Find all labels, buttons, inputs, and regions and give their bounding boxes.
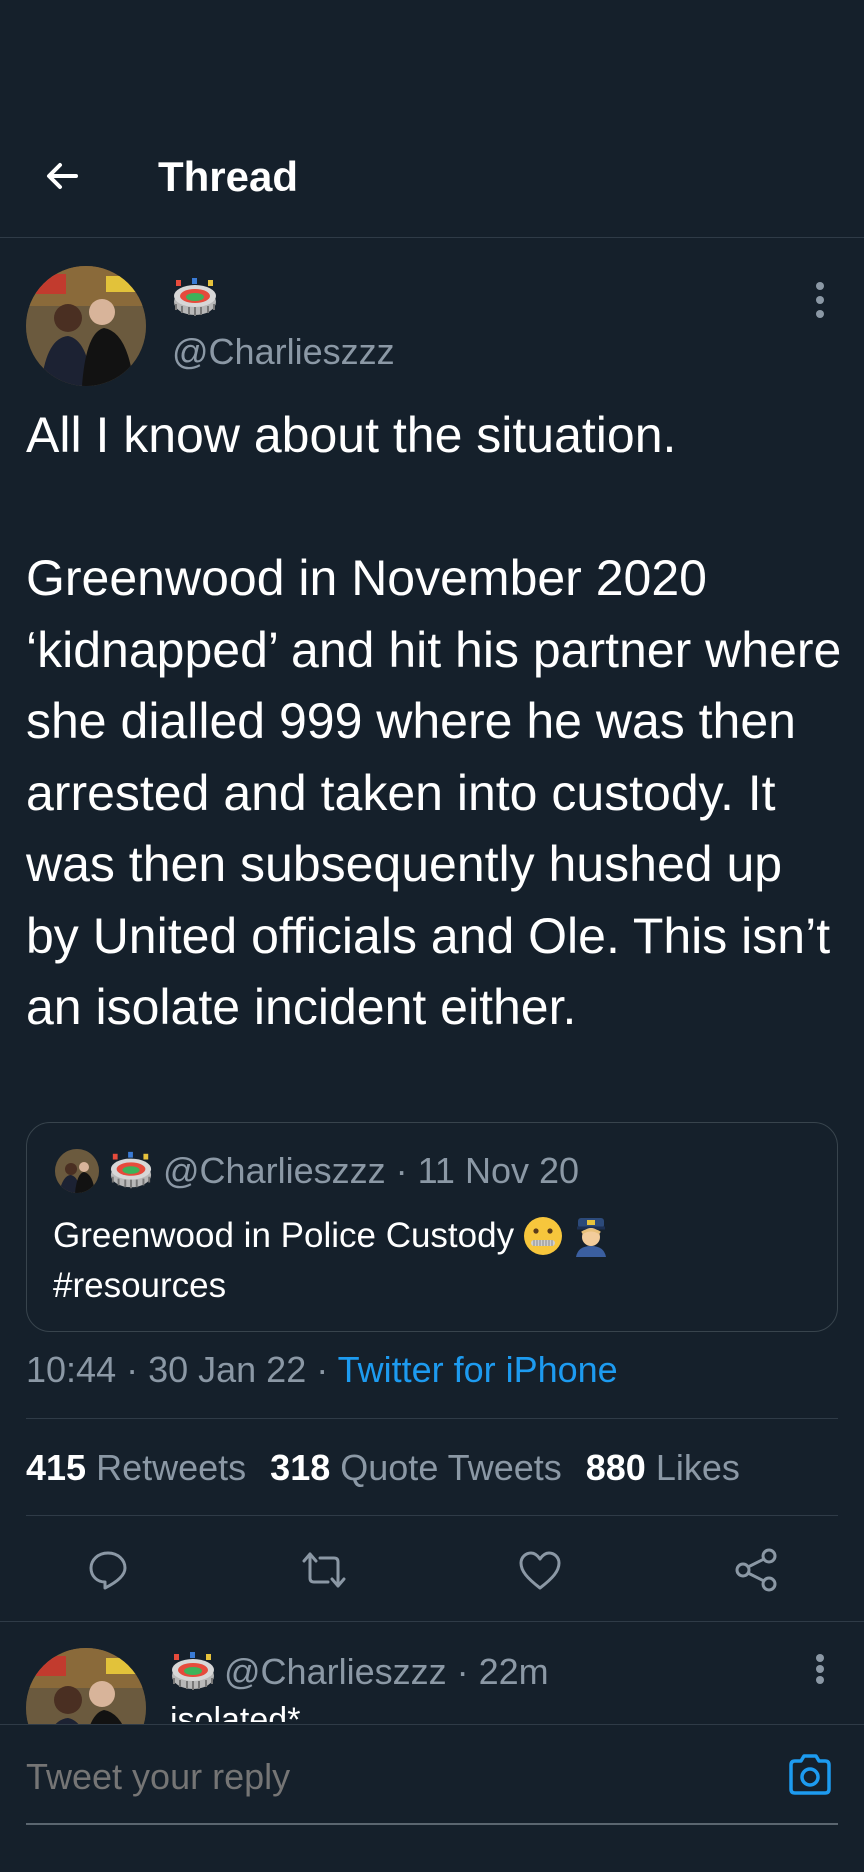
stadium-icon xyxy=(174,278,216,316)
dot xyxy=(816,296,824,304)
tweet-date: 30 Jan 22 xyxy=(148,1349,307,1390)
back-button[interactable] xyxy=(36,150,88,202)
top-bar: Thread xyxy=(0,0,864,238)
more-options-button[interactable] xyxy=(808,282,832,318)
likes-stat[interactable]: 880 Likes xyxy=(586,1447,740,1488)
dot xyxy=(816,1676,824,1684)
separator: · xyxy=(306,1349,338,1390)
reply-button[interactable] xyxy=(84,1546,132,1594)
tweet-body: All I know about the situation. Greenwoo… xyxy=(26,407,842,1035)
like-button[interactable] xyxy=(516,1546,564,1594)
author-handle[interactable]: @Charlieszzz xyxy=(172,330,395,374)
retweets-stat[interactable]: 415 Retweets xyxy=(26,1447,246,1488)
stadium-icon xyxy=(172,1652,214,1690)
retweet-icon xyxy=(302,1552,346,1588)
tweet-time: 10:44 xyxy=(26,1349,117,1390)
reply-text: isolated* xyxy=(170,1701,301,1722)
quoted-tweet-text: Greenwood in Police Custody #resources xyxy=(53,1211,813,1311)
quoted-tweet-line: Greenwood in Police Custody xyxy=(53,1216,515,1255)
avatar xyxy=(55,1149,99,1193)
share-button[interactable] xyxy=(732,1546,780,1594)
like-icon xyxy=(519,1551,561,1590)
divider xyxy=(26,1515,838,1516)
reply-meta: @Charlieszzz · 22m xyxy=(224,1651,549,1692)
dot xyxy=(816,310,824,318)
quoted-tweet-meta: @Charlieszzz · 11 Nov 20 xyxy=(163,1150,580,1191)
camera-icon xyxy=(789,1754,831,1795)
reply-input[interactable] xyxy=(26,1755,806,1799)
dot xyxy=(816,1665,824,1673)
reply-icon xyxy=(89,1551,127,1590)
police-officer-icon xyxy=(576,1218,607,1257)
quoted-tweet[interactable]: @Charlieszzz · 11 Nov 20 Greenwood in Po… xyxy=(26,1122,838,1332)
divider xyxy=(26,1418,838,1419)
avatar[interactable] xyxy=(26,266,146,386)
avatar-photo xyxy=(55,1149,99,1193)
separator: · xyxy=(116,1349,149,1390)
more-options-button[interactable] xyxy=(808,1654,832,1684)
hashtag-link[interactable]: #resources xyxy=(53,1261,813,1311)
dot xyxy=(816,282,824,290)
input-underline xyxy=(26,1823,838,1825)
tweet-source-link[interactable]: Twitter for iPhone xyxy=(338,1349,618,1390)
page-title: Thread xyxy=(158,153,299,200)
retweet-button[interactable] xyxy=(300,1546,348,1594)
avatar-photo xyxy=(26,266,146,386)
zipper-mouth-face-icon xyxy=(524,1217,563,1255)
quote-tweets-stat[interactable]: 318 Quote Tweets xyxy=(270,1447,562,1488)
tweet-timestamp: 10:44 · 30 Jan 22 · Twitter for iPhone xyxy=(26,1348,618,1392)
divider xyxy=(0,1621,864,1622)
share-icon xyxy=(735,1548,777,1592)
dot xyxy=(816,1654,824,1662)
tweet-stats: 415 Retweets 318 Quote Tweets 880 Likes xyxy=(26,1446,740,1490)
camera-button[interactable] xyxy=(786,1751,834,1799)
thread-page: Thread @Charlieszzz All I know about the… xyxy=(0,0,864,1872)
reply-composer xyxy=(0,1724,864,1872)
stadium-icon xyxy=(110,1151,152,1189)
arrow-left-icon xyxy=(47,163,78,189)
